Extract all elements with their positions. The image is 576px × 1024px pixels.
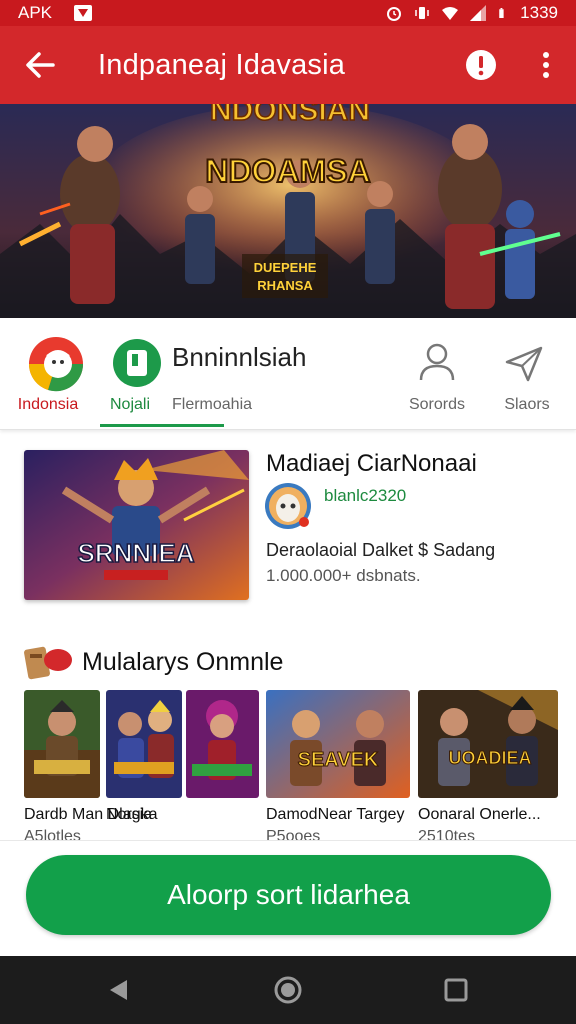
featured-image[interactable]: SRNNIEA — [24, 450, 249, 600]
nav-recents-icon — [444, 978, 468, 1002]
featured-title[interactable]: Madiaej CiarNonaai — [266, 450, 477, 478]
share-button[interactable]: Slaors — [488, 318, 566, 430]
nav-recents-button[interactable] — [436, 970, 476, 1010]
category-tabs: Indonsia Nojali Bnninnlsiah Flermoahia S… — [0, 318, 576, 430]
featured-description: Deraolaoial Dalket $ Sadang — [266, 540, 496, 560]
nav-home-icon — [274, 976, 302, 1004]
person-icon — [419, 343, 455, 381]
game-thumbnail[interactable]: UOADIEA — [418, 690, 558, 798]
alert-circle-icon — [466, 50, 496, 80]
featured-image-text: SRNNIEA — [77, 538, 194, 568]
install-button[interactable]: Aloorp sort lidarhea — [26, 855, 551, 935]
game-thumb-text: SEAVEK — [298, 749, 379, 771]
page-title: Indpaneaj Idavasia — [98, 48, 346, 81]
section-title: Mulalarys Onmnle — [82, 648, 284, 676]
tabs-heading: Bnninnlsiah — [172, 342, 307, 372]
banner-logo-text: NDOAMSA — [205, 153, 370, 189]
tab-indonesia[interactable]: Indonsia — [0, 318, 96, 430]
banner-artwork: NDONSIAN NDOAMSA DUEPEHE RHANSA — [0, 104, 576, 318]
svg-text:NDONSIAN: NDONSIAN — [210, 104, 370, 127]
search-label: Sorords — [408, 396, 466, 413]
featured-version: blanlc2320 — [324, 486, 407, 505]
carrier-label: APK — [18, 3, 53, 22]
signal-icon — [470, 5, 487, 21]
wifi-icon — [442, 7, 459, 20]
game-thumbnail[interactable] — [24, 690, 100, 798]
more-vert-icon — [543, 52, 549, 78]
game-artwork: SEAVEK — [266, 690, 410, 798]
featured-card[interactable]: SRNNIEA Madiaej CiarNonaai blanlc2320 De… — [0, 430, 576, 630]
tabs-subheading: Flermoahia — [172, 396, 253, 413]
developer-avatar — [265, 483, 311, 529]
app-bar: Indpaneaj Idavasia — [0, 26, 576, 104]
game-artwork — [186, 690, 259, 798]
game-thumb-text: UOADIEA — [448, 748, 531, 768]
system-nav-bar — [0, 956, 576, 1024]
tab-label: Indonsia — [17, 396, 79, 413]
svg-text:DUEPEHE: DUEPEHE — [254, 260, 317, 275]
clock: 1339 — [520, 3, 558, 22]
hero-banner[interactable]: NDONSIAN NDOAMSA DUEPEHE RHANSA — [0, 104, 576, 318]
game-artwork: UOADIEA — [418, 690, 558, 798]
game-thumbnail[interactable] — [186, 690, 259, 798]
nojali-app-icon — [113, 339, 161, 387]
arrow-back-icon — [26, 52, 55, 78]
alarm-icon — [387, 7, 402, 21]
nav-back-button[interactable] — [98, 970, 138, 1010]
status-bar: APK 1339 — [0, 0, 576, 26]
active-tab-indicator — [100, 424, 224, 427]
featured-artwork: SRNNIEA — [24, 450, 249, 600]
featured-downloads: 1.000.000+ dsbnats. — [266, 566, 421, 585]
game-name: DamodNear Targey — [266, 806, 405, 823]
indonesia-app-icon — [28, 337, 84, 392]
vibrate-icon — [415, 7, 429, 19]
svg-text:RHANSA: RHANSA — [257, 278, 313, 293]
search-button[interactable]: Sorords — [398, 318, 476, 430]
share-label: Slaors — [504, 396, 550, 413]
nav-home-button[interactable] — [268, 970, 308, 1010]
nav-back-icon — [110, 980, 127, 1000]
report-button[interactable] — [446, 26, 516, 104]
section-badge-icon — [24, 646, 72, 680]
game-artwork — [24, 690, 100, 798]
game-thumbnail[interactable] — [106, 690, 182, 798]
game-artwork — [106, 690, 182, 798]
back-button[interactable] — [0, 26, 80, 104]
overflow-menu-button[interactable] — [516, 26, 576, 104]
battery-icon — [499, 8, 504, 18]
notification-icon — [74, 5, 93, 21]
game-thumbnail[interactable]: SEAVEK — [266, 690, 410, 798]
send-icon — [505, 346, 543, 382]
game-name: Oonaral Onerle... — [418, 806, 541, 823]
game-name: Norgka — [106, 806, 158, 823]
